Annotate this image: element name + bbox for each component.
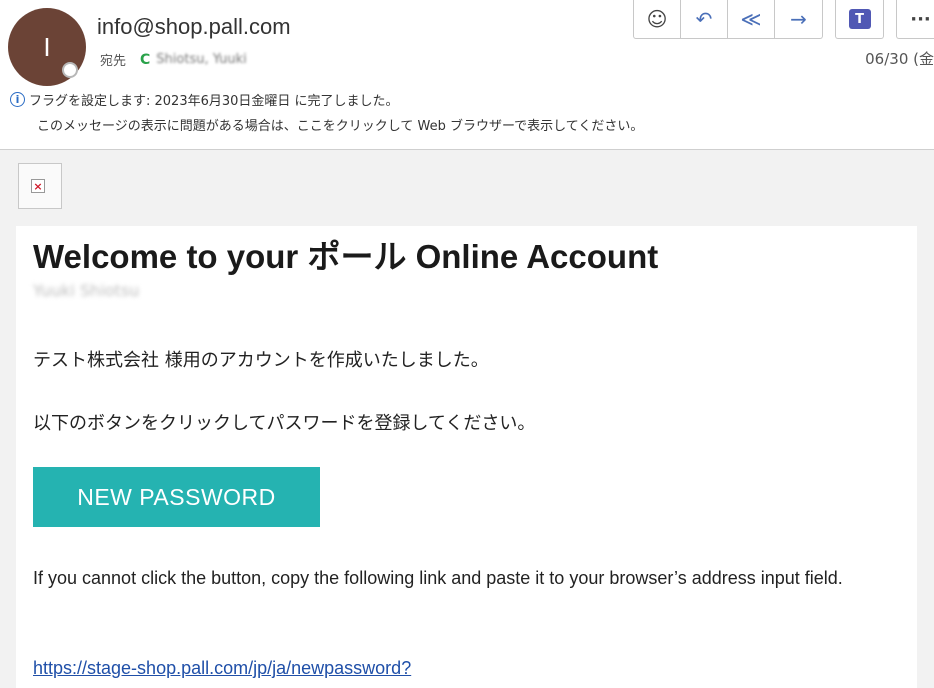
flag-info-bar: i フラグを設定します: 2023年6月30日金曜日 に完了しました。 <box>10 90 399 109</box>
forward-button[interactable]: → <box>775 0 822 38</box>
email-title: Welcome to your ポール Online Account <box>33 238 659 275</box>
more-group: ··· <box>896 0 934 39</box>
recipient-row: 宛先 C Shiotsu, Yuuki <box>100 50 247 70</box>
new-password-link[interactable]: https://stage-shop.pall.com/jp/ja/newpas… <box>33 658 411 679</box>
info-icon: i <box>10 92 25 107</box>
message-toolbar: ☺ ↶ ≪ → T ··· <box>633 0 934 39</box>
reply-all-button[interactable]: ≪ <box>728 0 775 38</box>
avatar-initial: I <box>43 31 51 62</box>
new-password-button[interactable]: NEW PASSWORD <box>33 467 320 527</box>
received-date: 06/30 (金 <box>865 50 934 68</box>
to-label: 宛先 <box>100 54 127 69</box>
view-in-browser-link[interactable]: このメッセージの表示に問題がある場合は、ここをクリックして Web ブラウザーで… <box>37 115 643 134</box>
broken-image-icon: × <box>31 179 45 193</box>
reaction-reply-group: ☺ ↶ ≪ → <box>633 0 823 39</box>
account-created-text: テスト株式会社 様用のアカウントを作成いたしました。 <box>33 350 489 371</box>
recipient-name[interactable]: Shiotsu, Yuuki <box>156 52 247 67</box>
teams-group: T <box>835 0 884 39</box>
sender-address[interactable]: info@shop.pall.com <box>97 14 291 40</box>
fallback-instructions: If you cannot click the button, copy the… <box>33 568 843 588</box>
teams-share-button[interactable]: T <box>836 0 883 38</box>
broken-image-placeholder[interactable]: × <box>18 163 62 209</box>
more-actions-button[interactable]: ··· <box>897 0 934 38</box>
flag-info-text: フラグを設定します: 2023年6月30日金曜日 に完了しました。 <box>29 94 399 109</box>
emoji-reaction-button[interactable]: ☺ <box>634 0 681 38</box>
presence-status-icon <box>62 62 78 78</box>
recipient-status-icon: C <box>140 51 151 68</box>
recipient-name-subtitle: Yuuki Shiotsu <box>33 281 140 300</box>
reply-button[interactable]: ↶ <box>681 0 728 38</box>
teams-icon: T <box>848 9 871 29</box>
instruction-text: 以下のボタンをクリックしてパスワードを登録してください。 <box>33 413 536 434</box>
message-header: I info@shop.pall.com 宛先 C Shiotsu, Yuuki… <box>0 0 934 150</box>
email-card <box>16 226 917 688</box>
